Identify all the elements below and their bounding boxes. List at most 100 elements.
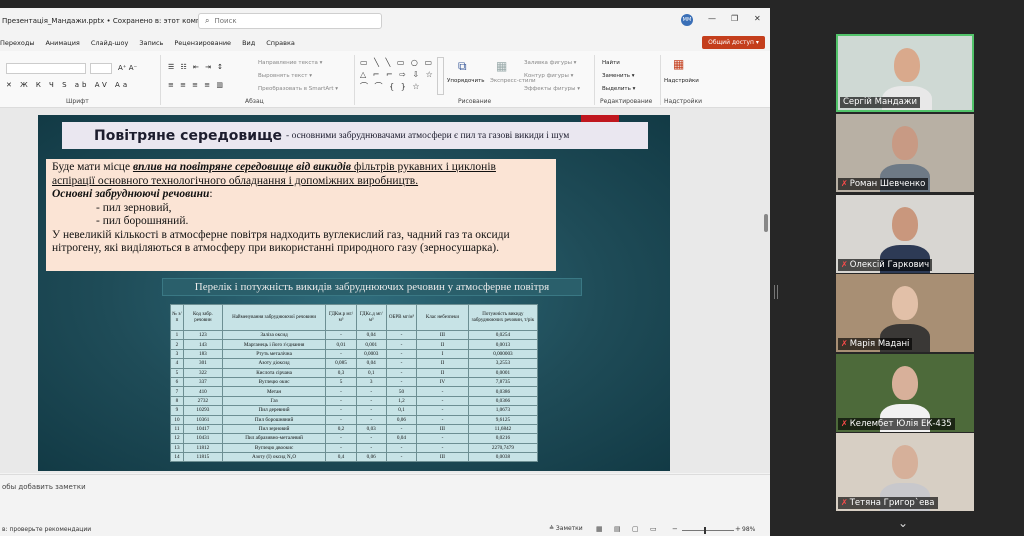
slide[interactable]: Повітряне середовище - основними забрудн…: [38, 115, 670, 471]
shape-outline-item[interactable]: Контур фигуры ▾: [524, 73, 573, 79]
table-cell: Марганець і його з'єднання: [221, 339, 327, 350]
participant-tile[interactable]: Сергій Мандажи: [836, 34, 974, 112]
table-cell: 0,01: [325, 339, 357, 350]
close-icon[interactable]: ✕: [754, 14, 761, 23]
addins-button[interactable]: Надстройки: [664, 78, 699, 84]
table-row: 12 10431 Пил абразивно-металевий - -0,04-0,0…: [170, 433, 539, 444]
font-name-select[interactable]: [6, 63, 86, 74]
participant-tile[interactable]: ✗ Марія Мадані: [836, 274, 974, 352]
shape-effects-item[interactable]: Эффекты фигуры ▾: [524, 86, 580, 92]
font-format-icons[interactable]: ✕ Ж К Ч S ab AV Aa: [6, 81, 130, 89]
table-cell: 1: [170, 329, 184, 341]
shape-fill-item[interactable]: Заливка фигуры ▾: [524, 60, 576, 66]
zoom-slider-thumb[interactable]: [704, 527, 706, 534]
participant-name-label: Марія Мадані: [849, 339, 910, 349]
menu-item[interactable]: Анимация: [45, 39, 79, 47]
table-cell: 12: [170, 433, 184, 444]
zoom-in-icon[interactable]: +: [735, 525, 741, 533]
vertical-scrollbar[interactable]: [764, 214, 768, 232]
shapes-gallery-scroll[interactable]: [437, 57, 444, 95]
minimize-icon[interactable]: —: [708, 14, 716, 23]
normal-view-icon[interactable]: ▦: [596, 525, 603, 533]
emissions-table: № з/п Код забр. речовин Найменування забру…: [170, 304, 539, 463]
zoom-slider[interactable]: [682, 530, 734, 531]
menu-item[interactable]: Слайд-шоу: [91, 39, 129, 47]
shapes-gallery[interactable]: ▭ ╲ ╲ ▭ ○ ▭ △ ⌐ ⌐ ⇨ ⇩ ☆ ⌒ ⌒ { } ☆: [360, 57, 436, 93]
participant-tile[interactable]: ✗ Тетяна Григор`ева: [836, 433, 974, 511]
table-cell: Ртуть металічна: [221, 348, 327, 360]
table-header-cell: ГДКм.р мг/м³: [325, 304, 357, 331]
panel-resize-handle[interactable]: [774, 285, 778, 299]
table-title[interactable]: Перелік і потужність викидів забруднюючи…: [162, 278, 582, 296]
participant-face: [892, 207, 918, 241]
slide-text-box[interactable]: Буде мати місце вплив на повітряне серед…: [46, 159, 556, 271]
avatar[interactable]: MM: [681, 14, 693, 26]
table-cell: 11812: [182, 442, 223, 454]
list-icons[interactable]: ☰ ☷ ⇤ ⇥ ↕: [168, 63, 225, 71]
search-input[interactable]: [214, 17, 365, 25]
table-cell: 2270,7479: [467, 442, 539, 454]
quick-styles-icon[interactable]: ▦: [496, 59, 507, 73]
menu-item[interactable]: Справка: [266, 39, 295, 47]
table-cell: -: [385, 329, 418, 341]
addins-icon[interactable]: ▦: [673, 57, 684, 71]
participant-tile[interactable]: ✗ Олексій Гаркович: [836, 195, 974, 273]
arrange-icon[interactable]: ⧉: [458, 59, 467, 74]
table-cell: 0,000003: [467, 348, 539, 360]
font-size-select[interactable]: [90, 63, 112, 74]
menu-item[interactable]: Рецензирование: [174, 39, 231, 47]
zoom-out-icon[interactable]: −: [672, 525, 678, 533]
powerpoint-window: Презентація_Мандажи.pptx • Сохранено в: …: [0, 8, 770, 536]
share-button[interactable]: Общий доступ ▾: [702, 36, 765, 49]
chevron-down-icon[interactable]: ⌄: [888, 516, 918, 534]
participant-tile[interactable]: ✗ Келембет Юлія ЕК-435: [836, 354, 974, 432]
smartart-item[interactable]: Преобразовать в SmartArt ▾: [258, 86, 338, 92]
table-cell: 7,8735: [467, 376, 539, 388]
table-cell: -: [325, 395, 357, 407]
align-text-item[interactable]: Выровнять текст ▾: [258, 73, 312, 79]
slide-sorter-icon[interactable]: ▤: [614, 525, 621, 533]
table-cell: 0,0001: [467, 367, 539, 378]
table-cell: III: [416, 452, 469, 463]
table-cell: -: [385, 358, 418, 369]
find-button[interactable]: Найти: [602, 60, 620, 66]
table-cell: -: [325, 405, 357, 416]
menu-item[interactable]: Вид: [242, 39, 255, 47]
replace-button[interactable]: Заменить ▾: [602, 73, 635, 79]
document-title[interactable]: Презентація_Мандажи.pptx • Сохранено в: …: [2, 17, 231, 25]
search-box[interactable]: ⌕: [198, 13, 382, 29]
menu-item[interactable]: Переходы: [0, 39, 34, 47]
zoom-level[interactable]: 98%: [742, 526, 755, 533]
table-cell: 301: [182, 358, 223, 369]
table-cell: -: [355, 433, 387, 444]
table-cell: -: [385, 452, 418, 463]
emissions-table-wrap[interactable]: № з/п Код забр. речовин Найменування забру…: [170, 304, 539, 463]
notes-button[interactable]: ≙ Заметки: [549, 525, 583, 532]
table-cell: 9,6125: [467, 414, 539, 425]
ribbon-separator: [594, 55, 595, 105]
notes-placeholder[interactable]: обы добавить заметки: [2, 483, 86, 491]
table-cell: -: [416, 414, 469, 425]
arrange-button[interactable]: Упорядочить: [447, 78, 485, 84]
table-row: 14 11815 Азоту (I) оксид N₂O 0,4 0,06- III 0,0…: [170, 452, 539, 463]
slideshow-icon[interactable]: ▭: [650, 525, 657, 533]
restore-icon[interactable]: ❐: [731, 14, 738, 23]
reading-view-icon[interactable]: ▢: [632, 525, 639, 533]
select-button[interactable]: Выделить ▾: [602, 86, 635, 92]
table-cell: -: [416, 395, 469, 407]
table-cell: -: [355, 414, 387, 425]
table-cell: 5: [170, 367, 184, 378]
participant-tile[interactable]: ✗ Роман Шевченко: [836, 114, 974, 192]
table-header-cell: Код забр. речовин: [182, 304, 223, 331]
table-cell: I: [416, 348, 469, 360]
group-label-editing: Редактирование: [600, 98, 653, 105]
slide-title-box[interactable]: Повітряне середовище - основними забрудн…: [62, 122, 648, 149]
grow-font-icon[interactable]: A⁺ A⁻: [118, 64, 137, 72]
align-icons[interactable]: ≡ ≡ ≡ ≡ ▥: [168, 81, 225, 89]
status-text[interactable]: в: проверьте рекомендации: [2, 526, 91, 533]
text-direction-item[interactable]: Направление текста ▾: [258, 60, 322, 66]
menu-item[interactable]: Запись: [139, 39, 163, 47]
participant-name: Сергій Мандажи: [840, 97, 920, 108]
notes-pane[interactable]: обы добавить заметки: [0, 474, 770, 515]
table-cell: 0,3: [325, 367, 357, 378]
